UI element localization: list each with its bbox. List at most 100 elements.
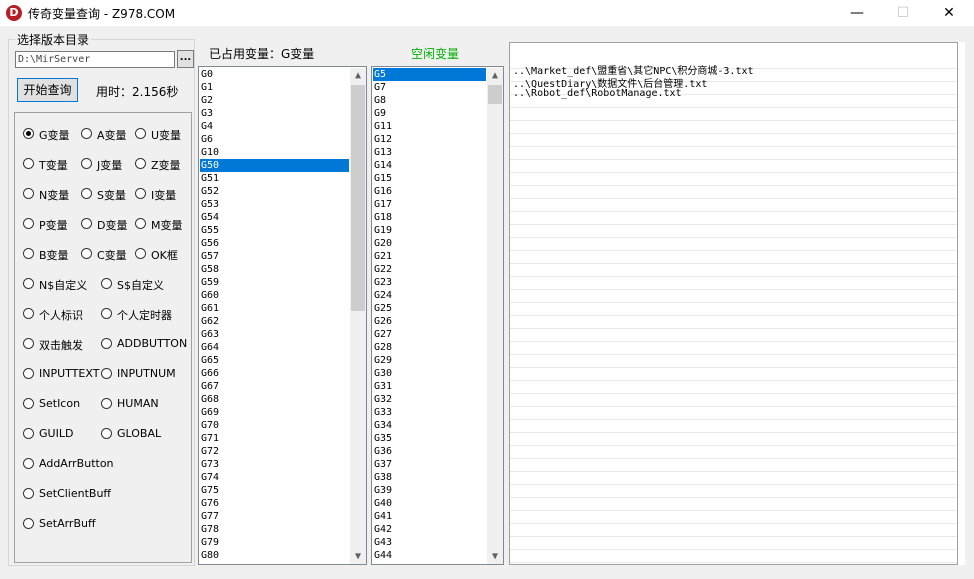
list-item[interactable]: G72	[200, 445, 349, 458]
list-item[interactable]: G65	[200, 354, 349, 367]
free-scrollbar[interactable]: ▲ ▼	[487, 68, 503, 564]
radio-circle-icon[interactable]	[23, 188, 34, 199]
list-item[interactable]: G67	[200, 380, 349, 393]
radio-circle-icon[interactable]	[23, 458, 34, 469]
list-item[interactable]: G5	[373, 68, 486, 81]
list-item[interactable]: G43	[373, 536, 486, 549]
list-item[interactable]: G24	[373, 289, 486, 302]
list-item[interactable]: G55	[200, 224, 349, 237]
list-item[interactable]: G64	[200, 341, 349, 354]
radio-circle-icon[interactable]	[23, 488, 34, 499]
list-item[interactable]: G25	[373, 302, 486, 315]
list-item[interactable]: G2	[200, 94, 349, 107]
list-item[interactable]: G78	[200, 523, 349, 536]
radio-circle-icon[interactable]	[135, 128, 146, 139]
list-item[interactable]: G61	[200, 302, 349, 315]
list-item[interactable]: G14	[373, 159, 486, 172]
list-item[interactable]: G32	[373, 393, 486, 406]
radio-circle-icon[interactable]	[23, 338, 34, 349]
list-item[interactable]: G39	[373, 484, 486, 497]
used-variables-list[interactable]: G80 G79 G78 G77 G76 G75 G74 G73 G72 G71 G70 G69 G68 G…	[198, 66, 367, 565]
radio-circle-icon[interactable]	[135, 248, 146, 259]
list-item[interactable]: G4	[200, 120, 349, 133]
radio-circle-icon[interactable]	[23, 248, 34, 259]
list-item[interactable]: G8	[373, 94, 486, 107]
list-item[interactable]: G29	[373, 354, 486, 367]
list-item[interactable]: G41	[373, 510, 486, 523]
minimize-button[interactable]: —	[834, 0, 880, 26]
radio-circle-icon[interactable]	[81, 188, 92, 199]
list-item[interactable]: G34	[373, 419, 486, 432]
list-item[interactable]: G73	[200, 458, 349, 471]
list-item[interactable]: G26	[373, 315, 486, 328]
radio-circle-icon[interactable]	[23, 398, 34, 409]
list-item[interactable]: G54	[200, 211, 349, 224]
list-item[interactable]: G0	[200, 68, 349, 81]
radio-circle-icon[interactable]	[23, 278, 34, 289]
radio-circle-icon[interactable]	[23, 428, 34, 439]
radio-circle-icon[interactable]	[135, 188, 146, 199]
list-item[interactable]: G70	[200, 419, 349, 432]
browse-button[interactable]: ...	[177, 50, 194, 68]
radio-circle-icon[interactable]	[101, 368, 112, 379]
list-item[interactable]: G63	[200, 328, 349, 341]
list-item[interactable]: G76	[200, 497, 349, 510]
list-item[interactable]: G30	[373, 367, 486, 380]
list-item[interactable]: G77	[200, 510, 349, 523]
list-item[interactable]: G58	[200, 263, 349, 276]
radio-circle-icon[interactable]	[81, 158, 92, 169]
list-item[interactable]: G50	[200, 159, 349, 172]
radio-circle-icon[interactable]	[81, 218, 92, 229]
radio-circle-icon[interactable]	[81, 128, 92, 139]
list-item[interactable]: G28	[373, 341, 486, 354]
list-item[interactable]: G1	[200, 81, 349, 94]
list-item[interactable]: G12	[373, 133, 486, 146]
radio-circle-icon[interactable]	[101, 428, 112, 439]
list-item[interactable]: G35	[373, 432, 486, 445]
list-item[interactable]: G16	[373, 185, 486, 198]
list-item[interactable]: G10	[200, 146, 349, 159]
radio-circle-icon[interactable]	[23, 218, 34, 229]
scroll-up-icon[interactable]: ▲	[350, 68, 366, 84]
list-item[interactable]: G68	[200, 393, 349, 406]
radio-circle-icon[interactable]	[135, 158, 146, 169]
radio-circle-icon[interactable]	[101, 398, 112, 409]
list-item[interactable]: G17	[373, 198, 486, 211]
free-variables-list[interactable]: G44 G43 G42 G41 G40 G39 G38 G37 G36 G35 G34 G33 G32 G…	[371, 66, 504, 565]
list-item[interactable]: G74	[200, 471, 349, 484]
list-item[interactable]: G9	[373, 107, 486, 120]
list-item[interactable]: G23	[373, 276, 486, 289]
list-item[interactable]: G53	[200, 198, 349, 211]
list-item[interactable]: G52	[200, 185, 349, 198]
results-list[interactable]: ..\Market_def\盟重省\其它NPC\积分商城-3.txt ..\Que…	[509, 42, 958, 565]
list-item[interactable]: G13	[373, 146, 486, 159]
used-scrollbar[interactable]: ▲ ▼	[350, 68, 366, 564]
list-item[interactable]: G59	[200, 276, 349, 289]
maximize-button[interactable]: ☐	[880, 0, 926, 26]
radio-circle-icon[interactable]	[23, 158, 34, 169]
close-button[interactable]: ✕	[926, 0, 972, 26]
list-item[interactable]: G31	[373, 380, 486, 393]
scroll-down-icon[interactable]: ▼	[350, 549, 366, 564]
list-item[interactable]: G60	[200, 289, 349, 302]
radio-circle-icon[interactable]	[135, 218, 146, 229]
radio-circle-icon[interactable]	[23, 518, 34, 529]
list-item[interactable]: G22	[373, 263, 486, 276]
list-item[interactable]: G33	[373, 406, 486, 419]
start-query-button[interactable]: 开始查询	[17, 78, 78, 102]
list-item[interactable]: G27	[373, 328, 486, 341]
list-item[interactable]: G62	[200, 315, 349, 328]
radio-circle-icon[interactable]	[101, 278, 112, 289]
result-item[interactable]: ..\Robot_def\RobotManage.txt	[513, 88, 682, 99]
radio-circle-icon[interactable]	[101, 338, 112, 349]
list-item[interactable]: G80	[200, 549, 349, 562]
list-item[interactable]: G3	[200, 107, 349, 120]
list-item[interactable]: G37	[373, 458, 486, 471]
list-item[interactable]: G15	[373, 172, 486, 185]
scroll-thumb[interactable]	[488, 85, 502, 104]
list-item[interactable]: G71	[200, 432, 349, 445]
radio-circle-icon[interactable]	[23, 368, 34, 379]
scroll-down-icon[interactable]: ▼	[487, 549, 503, 564]
list-item[interactable]: G69	[200, 406, 349, 419]
radio-circle-icon[interactable]	[23, 308, 34, 319]
